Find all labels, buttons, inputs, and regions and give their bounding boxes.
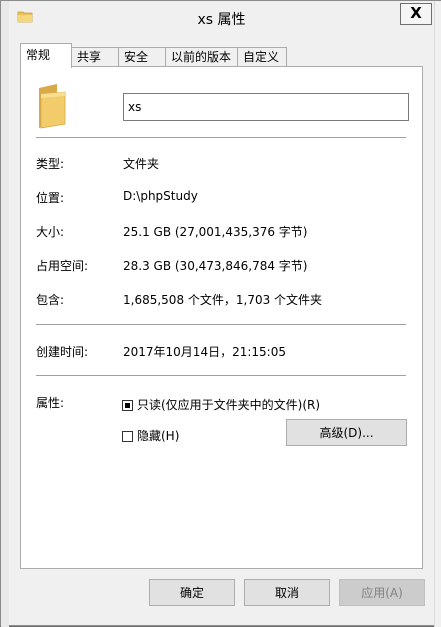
type-value: 文件夹 [123, 157, 160, 171]
tab-previous-versions[interactable]: 以前的版本 [165, 47, 238, 67]
background-window-edge [1, 1, 9, 627]
separator [36, 375, 406, 376]
checkbox-icon[interactable] [122, 431, 133, 442]
tab-security[interactable]: 安全 [118, 47, 166, 67]
hidden-checkbox[interactable]: 隐藏(H) [122, 427, 179, 443]
size-value: 25.1 GB (27,001,435,376 字节) [123, 225, 308, 239]
cancel-button[interactable]: 取消 [244, 579, 330, 606]
tab-general[interactable]: 常规 [20, 43, 72, 68]
folder-name-input[interactable] [123, 93, 409, 121]
checkbox-indeterminate-icon[interactable] [122, 400, 133, 411]
separator [36, 137, 406, 138]
location-label: 位置: [36, 191, 65, 205]
close-icon: X [410, 4, 422, 22]
disk-size-label: 占用空间: [36, 259, 89, 273]
tab-label: 以前的版本 [171, 50, 232, 64]
tab-label: 常规 [26, 48, 51, 62]
disk-size-value: 28.3 GB (30,473,846,784 字节) [123, 259, 308, 273]
attributes-label: 属性: [36, 396, 65, 410]
created-label: 创建时间: [36, 345, 89, 359]
tab-label: 自定义 [243, 50, 280, 64]
advanced-button[interactable]: 高级(D)... [286, 419, 407, 446]
separator [36, 324, 406, 325]
contains-value: 1,685,508 个文件，1,703 个文件夹 [123, 293, 323, 307]
created-value: 2017年10月14日，21:15:05 [123, 345, 286, 359]
readonly-label: 只读(仅应用于文件夹中的文件)(R) [137, 398, 321, 412]
tab-label: 共享 [77, 50, 102, 64]
readonly-checkbox[interactable]: 只读(仅应用于文件夹中的文件)(R) [122, 396, 320, 412]
size-label: 大小: [36, 225, 65, 239]
properties-window: xs 属性 X 常规 共享 安全 以前的版本 自定义 类型: 文件夹 [0, 0, 441, 627]
title-bar[interactable]: xs 属性 X [9, 1, 434, 34]
close-button[interactable]: X [400, 3, 432, 25]
ok-button[interactable]: 确定 [149, 579, 235, 606]
tab-sharing[interactable]: 共享 [71, 47, 119, 67]
hidden-label: 隐藏(H) [137, 429, 180, 443]
tab-customize[interactable]: 自定义 [237, 47, 287, 67]
window-title: xs 属性 [197, 12, 246, 28]
tab-label: 安全 [124, 50, 149, 64]
general-tab-panel: 类型: 文件夹 位置: D:\phpStudy 大小: 25.1 GB (27,… [20, 66, 423, 569]
contains-label: 包含: [36, 293, 65, 307]
folder-icon [39, 84, 66, 129]
apply-button[interactable]: 应用(A) [339, 579, 425, 606]
location-value: D:\phpStudy [123, 189, 198, 203]
window-edge [434, 1, 441, 627]
type-label: 类型: [36, 157, 65, 171]
